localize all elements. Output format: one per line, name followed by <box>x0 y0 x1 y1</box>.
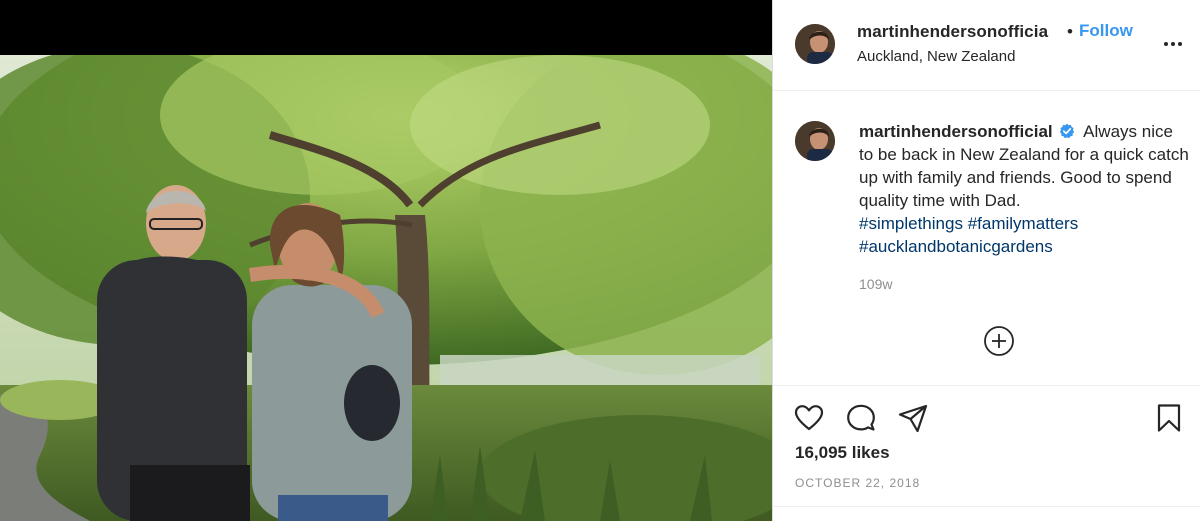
caption-username[interactable]: martinhendersonofficial <box>859 122 1053 141</box>
load-comments-plus-icon[interactable] <box>983 325 1015 357</box>
post-actions: 16,095 likes OCTOBER 22, 2018 <box>773 385 1200 521</box>
avatar[interactable] <box>795 24 835 64</box>
verified-badge-icon <box>1060 123 1075 139</box>
comment-bubble-icon[interactable] <box>845 402 877 434</box>
instagram-post: martinhendersonofficia • Follow Auckland… <box>0 0 1200 521</box>
caption-text-block: martinhendersonofficial Always nice to b… <box>859 120 1189 258</box>
caption-age: 109w <box>859 276 893 292</box>
follow-button[interactable]: Follow <box>1079 21 1133 41</box>
post-date: OCTOBER 22, 2018 <box>795 476 921 490</box>
post-sidebar: martinhendersonofficia • Follow Auckland… <box>772 0 1200 521</box>
post-media[interactable] <box>0 0 772 521</box>
header-username[interactable]: martinhendersonofficia <box>857 22 1048 42</box>
location-link[interactable]: Auckland, New Zealand <box>857 48 1015 65</box>
heart-icon[interactable] <box>793 402 825 434</box>
hashtag-simplethings[interactable]: #simplethings <box>859 214 963 233</box>
avatar-image <box>795 24 835 64</box>
caption-avatar[interactable] <box>795 121 835 161</box>
post-photo[interactable] <box>0 55 772 521</box>
more-options-icon[interactable] <box>1161 34 1185 54</box>
post-header: martinhendersonofficia • Follow Auckland… <box>773 0 1200 91</box>
like-count[interactable]: 16,095 likes <box>795 443 890 463</box>
bookmark-icon[interactable] <box>1153 402 1185 434</box>
comment-bar-divider <box>773 506 1200 521</box>
hashtag-aucklandbotanicgardens[interactable]: #aucklandbotanicgardens <box>859 237 1053 256</box>
avatar-image <box>795 121 835 161</box>
hashtag-familymatters[interactable]: #familymatters <box>968 214 1079 233</box>
separator-dot: • <box>1067 22 1073 41</box>
paper-plane-icon[interactable] <box>897 402 929 434</box>
